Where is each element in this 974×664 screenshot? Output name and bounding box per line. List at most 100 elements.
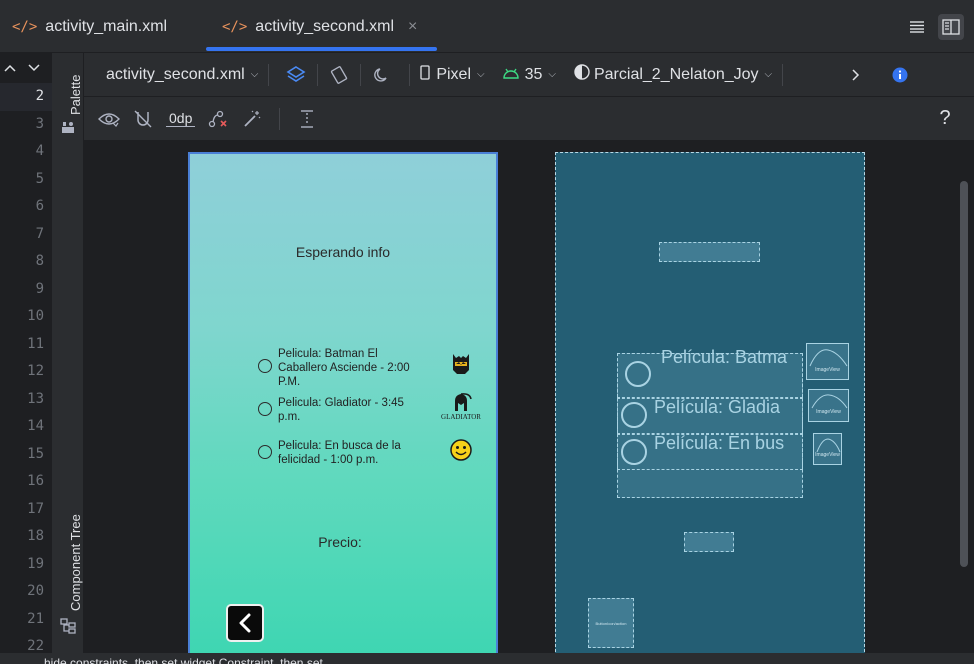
line-number: 7 bbox=[35, 225, 44, 242]
line-number: 18 bbox=[27, 528, 44, 544]
line-number: 5 bbox=[35, 170, 44, 187]
close-tab-icon[interactable]: × bbox=[408, 18, 417, 36]
component-tree-icon[interactable] bbox=[60, 618, 76, 634]
radio-option-batman[interactable]: Pelicula: Batman El Caballero Asciende -… bbox=[258, 347, 428, 389]
design-canvas[interactable]: Esperando info Pelicula: Batman El Cabal… bbox=[84, 141, 974, 653]
line-number: 17 bbox=[27, 500, 44, 517]
file-selector[interactable]: activity_second.xml ⌵ bbox=[106, 66, 258, 84]
line-number: 12 bbox=[27, 363, 44, 379]
design-preview[interactable]: Esperando info Pelicula: Batman El Cabal… bbox=[188, 152, 498, 653]
chevron-up-icon[interactable] bbox=[4, 61, 16, 75]
bp-image-caption: ImageView bbox=[815, 452, 840, 458]
bp-back-button[interactable]: ButtonIcon/action bbox=[588, 598, 634, 648]
file-name: activity_second.xml bbox=[106, 65, 245, 83]
bp-image-view[interactable]: ImageView bbox=[808, 389, 849, 422]
eye-icon[interactable] bbox=[92, 105, 126, 133]
menu-icon[interactable] bbox=[904, 14, 930, 40]
constraint-toolbar: 0dp ? bbox=[84, 97, 974, 141]
line-number: 20 bbox=[27, 583, 44, 599]
radio-button[interactable] bbox=[258, 359, 272, 373]
palette-tab[interactable]: Palette bbox=[68, 75, 83, 115]
gladiator-helmet-icon[interactable]: GLADIATOR bbox=[440, 391, 482, 423]
bp-waiting-text[interactable] bbox=[659, 242, 760, 262]
line-number: 3 bbox=[35, 115, 44, 132]
radio-option-felicidad[interactable]: Pelicula: En busca de la felicidad - 1:0… bbox=[258, 439, 428, 467]
magic-wand-icon[interactable] bbox=[235, 105, 269, 133]
xml-file-icon: </> bbox=[222, 18, 248, 35]
radio-label: Pelicula: Batman El Caballero Asciende -… bbox=[278, 348, 410, 388]
chevron-down-icon[interactable] bbox=[28, 61, 40, 75]
device-selector[interactable]: Pixel ⌵ bbox=[420, 64, 485, 85]
radio-button[interactable] bbox=[258, 402, 272, 416]
blueprint-preview[interactable]: Película: Batma Película: Gladia Películ… bbox=[555, 152, 865, 653]
radio-label: Pelicula: Gladiator - 3:45 p.m. bbox=[278, 397, 404, 423]
line-number: 13 bbox=[27, 390, 44, 407]
theme-name: Parcial_2_Nelaton_Joy bbox=[593, 65, 759, 83]
chevron-right-icon[interactable] bbox=[839, 61, 873, 89]
align-guidelines-icon[interactable] bbox=[290, 105, 324, 133]
theme-selector[interactable]: Parcial_2_Nelaton_Joy ⌵ bbox=[574, 64, 772, 85]
bp-radio-circle bbox=[621, 402, 647, 428]
tab-activity-main[interactable]: </> activity_main.xml bbox=[12, 0, 167, 53]
status-bar: ...hide constraints, then set widget Con… bbox=[0, 653, 974, 664]
default-margin-field[interactable]: 0dp bbox=[166, 110, 196, 127]
line-number: 21 bbox=[27, 610, 44, 627]
line-number-gutter: 2 3 4 5 6 7 8 9 10 11 12 13 14 15 16 17 18 19 20 21 22 bbox=[0, 53, 52, 664]
status-text: ...hide constraints, then set widget Con… bbox=[34, 656, 323, 664]
bp-radio-label: Película: En bus bbox=[654, 433, 785, 453]
android-icon bbox=[502, 66, 519, 84]
side-tool-strip: Palette Component Tree bbox=[52, 53, 84, 653]
tab-activity-second[interactable]: </> activity_second.xml × bbox=[222, 0, 417, 53]
line-number: 10 bbox=[27, 308, 44, 324]
bp-image-caption: ImageView bbox=[816, 409, 841, 415]
clear-constraints-icon[interactable] bbox=[201, 105, 235, 133]
tab-label: activity_main.xml bbox=[45, 17, 168, 35]
split-view-icon[interactable] bbox=[938, 14, 964, 40]
vertical-scrollbar[interactable] bbox=[960, 181, 968, 567]
layers-design-icon[interactable] bbox=[279, 61, 313, 89]
bp-price-text[interactable] bbox=[684, 532, 734, 552]
theme-icon bbox=[574, 64, 590, 85]
price-text[interactable]: Precio: bbox=[190, 534, 496, 550]
bp-radio-label: Película: Gladia bbox=[654, 397, 781, 417]
tab-label: activity_second.xml bbox=[255, 17, 395, 35]
line-number: 15 bbox=[27, 445, 44, 462]
phone-icon bbox=[420, 64, 430, 85]
radio-label: Pelicula: En busca de la felicidad - 1:0… bbox=[278, 440, 401, 466]
line-number: 11 bbox=[27, 335, 44, 352]
bp-image-view[interactable]: ImageView bbox=[813, 433, 842, 465]
device-name: Pixel bbox=[436, 65, 471, 83]
gladiator-caption: GLADIATOR bbox=[441, 413, 481, 421]
batman-icon[interactable] bbox=[448, 350, 474, 376]
palette-icon[interactable] bbox=[60, 119, 76, 135]
bp-radio-circle bbox=[621, 439, 647, 465]
chevron-down-icon: ⌵ bbox=[477, 69, 485, 80]
back-button[interactable] bbox=[226, 604, 264, 642]
bp-image-view[interactable]: ImageView bbox=[806, 343, 849, 380]
component-tree-tab[interactable]: Component Tree bbox=[68, 514, 83, 611]
magnet-off-icon[interactable] bbox=[126, 105, 160, 133]
waiting-text[interactable]: Esperando info bbox=[190, 244, 496, 260]
radio-option-gladiator[interactable]: Pelicula: Gladiator - 3:45 p.m. bbox=[258, 396, 428, 424]
bp-radio-circle bbox=[625, 361, 651, 387]
smiley-icon[interactable] bbox=[448, 437, 474, 463]
api-selector[interactable]: 35 ⌵ bbox=[502, 65, 556, 84]
radio-button[interactable] bbox=[258, 445, 272, 459]
chevron-down-icon: ⌵ bbox=[548, 69, 556, 80]
editor-tab-bar: </> activity_main.xml </> activity_secon… bbox=[0, 0, 974, 53]
chevron-down-icon: ⌵ bbox=[250, 69, 259, 80]
bp-button-caption: ButtonIcon/action bbox=[595, 621, 627, 626]
line-number: 8 bbox=[35, 253, 44, 269]
api-level: 35 bbox=[524, 65, 543, 83]
line-number: 6 bbox=[35, 198, 44, 214]
night-mode-icon[interactable] bbox=[365, 61, 399, 89]
line-number: 4 bbox=[35, 143, 44, 159]
info-icon[interactable] bbox=[883, 61, 917, 89]
line-number: 14 bbox=[27, 418, 44, 434]
active-tab-indicator bbox=[206, 47, 437, 51]
design-toolbar: activity_second.xml ⌵ Pixel ⌵ 35 ⌵ Parci… bbox=[84, 53, 974, 97]
orientation-icon[interactable] bbox=[322, 61, 356, 89]
xml-file-icon: </> bbox=[12, 18, 38, 35]
help-icon[interactable]: ? bbox=[928, 105, 962, 133]
line-number: 19 bbox=[27, 555, 44, 572]
